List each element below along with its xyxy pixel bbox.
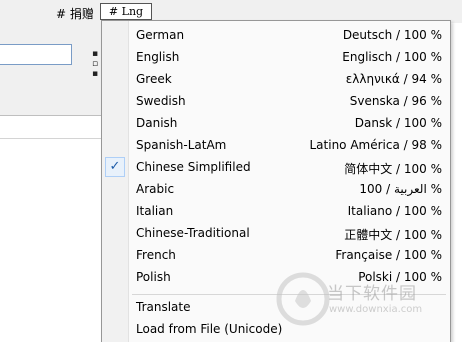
menu-item-native-name: 100 / العربية % [359,182,442,196]
menu-item-italian[interactable]: Italian Italiano / 100 % [104,200,448,222]
menu-item-native-name: Deutsch / 100 % [342,28,442,42]
menu-item-label: Swedish [136,94,186,108]
menu-item-arabic[interactable]: Arabic 100 / العربية % [104,178,448,200]
menu-item-label: French [136,248,176,262]
donate-link[interactable]: # 捐赠 [56,5,94,22]
menu-item-label: English [136,50,180,64]
menu-item-label: Chinese-Traditional [136,226,250,240]
menu-item-native-name: Française / 100 % [335,248,442,262]
menu-item-label: Arabic [136,182,175,196]
language-button[interactable]: # Lng [100,3,152,20]
menu-item-german[interactable]: German Deutsch / 100 % [104,24,448,46]
menu-item-native-name: ελληνικά / 94 % [345,72,442,86]
menu-item-label: Load from File (Unicode) [136,322,283,336]
menu-separator [132,294,446,295]
panel-footer [0,116,101,139]
menu-item-native-name: Polski / 100 % [358,270,442,284]
menu-item-native-name: 正體中文 / 100 % [344,228,442,242]
menu-item-label: German [136,28,185,42]
menu-item-label: Spanish-LatAm [136,138,227,152]
menu-item-chinese-traditional[interactable]: Chinese-Traditional 正體中文 / 100 % [104,222,448,244]
menu-item-polish[interactable]: Polish Polski / 100 % [104,266,448,288]
menu-item-native-name: 简体中文 / 100 % [344,162,442,176]
menu-item-native-name: Englisch / 100 % [342,50,442,64]
menu-item-french[interactable]: French Française / 100 % [104,244,448,266]
menu-item-label: Greek [136,72,172,86]
menu-item-spanish-latam[interactable]: Spanish-LatAm Latino América / 98 % [104,134,448,156]
menu-item-english[interactable]: English Englisch / 100 % [104,46,448,68]
options-panel: ▪ ▫ ▪ [0,23,101,116]
menu-item-native-name: Latino América / 98 % [309,138,443,152]
menu-item-label: Danish [136,116,178,130]
menu-item-native-name: Italiano / 100 % [347,204,442,218]
menu-item-swedish[interactable]: Swedish Svenska / 96 % [104,90,448,112]
path-input[interactable] [0,44,72,65]
menu-item-label: Polish [136,270,171,284]
checkmark-icon: ✓ [105,157,125,177]
menu-item-label: Translate [136,300,191,314]
menu-item-greek[interactable]: Greek ελληνικά / 94 % [104,68,448,90]
menu-item-label: Chinese Simplifiled [136,160,251,174]
menu-item-danish[interactable]: Danish Dansk / 100 % [104,112,448,134]
menu-item-load-from-file[interactable]: Load from File (Unicode) [104,318,448,340]
menu-item-label: Italian [136,204,174,218]
menu-item-native-name: Dansk / 100 % [354,116,442,130]
menu-item-native-name: Svenska / 96 % [349,94,442,108]
app-window: # 捐赠 # Lng ▪ ▫ ▪ German Deutsch / 100 % En… [0,0,462,342]
language-menu: German Deutsch / 100 % English Englisch … [101,20,451,342]
menu-item-translate[interactable]: Translate [104,296,448,318]
menu-item-chinese-simplified[interactable]: ✓ Chinese Simplifiled 简体中文 / 100 % [104,156,448,178]
